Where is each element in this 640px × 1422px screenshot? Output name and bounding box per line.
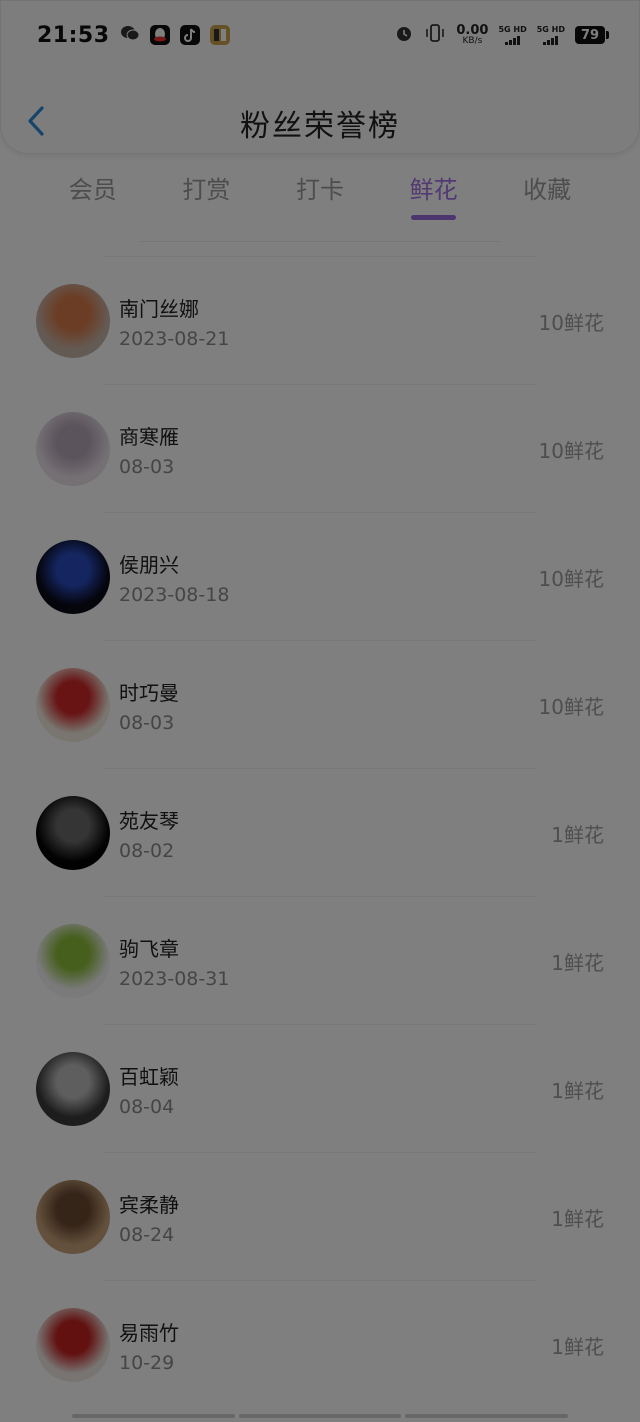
qq-icon: [149, 25, 170, 45]
user-date: 08-02: [119, 839, 175, 862]
status-left: 21:53: [37, 23, 230, 48]
avatar[interactable]: [36, 1308, 110, 1382]
flower-count: 1鲜花: [551, 822, 604, 847]
net-speed-unit: KB/s: [462, 36, 483, 46]
signal-sim2: 5G HD: [536, 24, 565, 45]
game-app-icon: [209, 25, 230, 45]
user-date: 10-29: [119, 1351, 175, 1374]
avatar[interactable]: [36, 412, 110, 486]
user-date: 08-04: [119, 1095, 175, 1118]
user-name: 易雨竹: [119, 1320, 179, 1345]
user-name: 时巧曼: [119, 680, 179, 705]
avatar[interactable]: [36, 284, 110, 358]
sim2-label: 5G HD: [536, 24, 565, 34]
signal-bars-icon: [543, 35, 559, 45]
signal-bars-icon: [505, 35, 521, 45]
tab-checkin[interactable]: 打卡: [263, 170, 377, 222]
list-item[interactable]: 时巧曼 08-03 10鲜花: [36, 640, 604, 768]
list-item[interactable]: 商寒雁 08-03 10鲜花: [36, 384, 604, 512]
list-item[interactable]: 侯朋兴 2023-08-18 10鲜花: [36, 512, 604, 640]
tab-divider: [140, 241, 500, 242]
alarm-icon: [394, 23, 414, 47]
vibrate-icon: [424, 23, 446, 47]
user-name: 商寒雁: [119, 424, 179, 449]
flower-count: 1鲜花: [551, 950, 604, 975]
user-name: 驹飞章: [119, 936, 179, 961]
status-time: 21:53: [37, 22, 110, 48]
flower-count: 10鲜花: [538, 566, 604, 591]
bottom-edge: [72, 1414, 569, 1418]
avatar[interactable]: [36, 1052, 110, 1126]
avatar[interactable]: [36, 796, 110, 870]
net-speed: 0.00 KB/s: [456, 24, 488, 46]
tab-flowers[interactable]: 鲜花: [377, 170, 491, 222]
tab-favorites[interactable]: 收藏: [490, 170, 604, 222]
flower-count: 1鲜花: [551, 1206, 604, 1231]
avatar[interactable]: [36, 924, 110, 998]
status-bar: 21:53 0.00 KB/s 5G HD 5G HD 79: [37, 19, 609, 51]
flower-count: 10鲜花: [538, 694, 604, 719]
tab-reward[interactable]: 打赏: [150, 170, 264, 222]
user-name: 侯朋兴: [119, 552, 179, 577]
list-item[interactable]: 南门丝娜 2023-08-21 10鲜花: [36, 256, 604, 384]
list-item[interactable]: 驹飞章 2023-08-31 1鲜花: [36, 896, 604, 1024]
header: 21:53 0.00 KB/s 5G HD 5G HD 79 粉丝荣誉榜: [0, 0, 640, 154]
user-date: 2023-08-21: [119, 327, 230, 350]
user-date: 08-03: [119, 711, 175, 734]
flower-count: 1鲜花: [551, 1078, 604, 1103]
battery-icon: 79: [575, 26, 609, 44]
flower-count: 1鲜花: [551, 1334, 604, 1359]
avatar[interactable]: [36, 540, 110, 614]
list-item[interactable]: 宾柔静 08-24 1鲜花: [36, 1152, 604, 1280]
page: 21:53 0.00 KB/s 5G HD 5G HD 79 粉丝荣誉榜 会员 …: [0, 0, 640, 1422]
page-title: 粉丝荣誉榜: [240, 109, 400, 144]
status-right: 0.00 KB/s 5G HD 5G HD 79: [394, 23, 609, 47]
user-name: 苑友琴: [119, 808, 179, 833]
user-date: 08-24: [119, 1223, 175, 1246]
flower-count: 10鲜花: [538, 310, 604, 335]
user-name: 宾柔静: [119, 1192, 179, 1217]
list-item[interactable]: 苑友琴 08-02 1鲜花: [36, 768, 604, 896]
flower-count: 10鲜花: [538, 438, 604, 463]
tab-member[interactable]: 会员: [36, 170, 150, 222]
fan-list: 南门丝娜 2023-08-21 10鲜花 商寒雁 08-03 10鲜花 侯朋兴 202…: [0, 256, 640, 1408]
user-date: 08-03: [119, 455, 175, 478]
wechat-icon: [120, 24, 140, 46]
signal-sim1: 5G HD: [498, 24, 527, 45]
list-item[interactable]: 易雨竹 10-29 1鲜花: [36, 1280, 604, 1408]
avatar[interactable]: [36, 1180, 110, 1254]
user-date: 2023-08-18: [119, 583, 230, 606]
avatar[interactable]: [36, 668, 110, 742]
user-date: 2023-08-31: [119, 967, 230, 990]
user-name: 南门丝娜: [119, 296, 199, 321]
user-name: 百虹颖: [119, 1064, 179, 1089]
list-item[interactable]: 百虹颖 08-04 1鲜花: [36, 1024, 604, 1152]
tiktok-icon: [179, 25, 200, 45]
tab-bar: 会员 打赏 打卡 鲜花 收藏: [36, 170, 604, 222]
sim1-label: 5G HD: [498, 24, 527, 34]
